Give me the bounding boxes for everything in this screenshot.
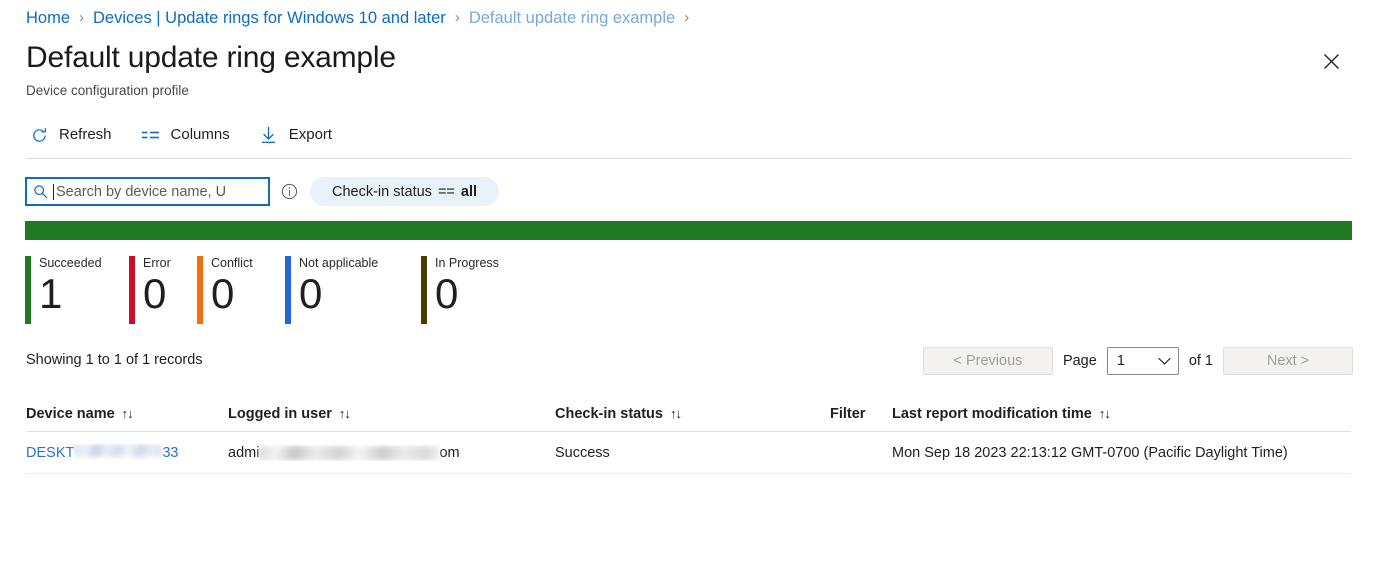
status-metrics: Succeeded1 Error0 Conflict0 Not applicable0… <box>25 256 541 324</box>
filter-value: all <box>461 184 477 200</box>
table-row: DESKT 33 admi om Success Mon Sep 18 2023 2… <box>26 432 1351 474</box>
metric-value: 1 <box>39 269 102 319</box>
column-header-last-report-modification-time[interactable]: Last report modification time ↑↓ <box>892 406 1351 422</box>
user-suffix: om <box>439 445 459 461</box>
breadcrumb: Home › Devices | Update rings for Window… <box>26 8 698 28</box>
text-caret <box>53 184 54 200</box>
status-segment-succeeded <box>25 221 1352 240</box>
previous-page-button[interactable]: < Previous <box>923 347 1053 375</box>
column-header-label: Last report modification time <box>892 406 1092 422</box>
next-page-button[interactable]: Next > <box>1223 347 1353 375</box>
metric-error: Error0 <box>129 256 197 324</box>
column-header-filter[interactable]: Filter <box>830 406 892 422</box>
column-header-label: Logged in user <box>228 406 332 422</box>
table-header-row: Device name ↑↓ Logged in user ↑↓ Check-i… <box>26 396 1351 432</box>
refresh-icon <box>28 124 50 146</box>
columns-button[interactable]: Columns <box>138 120 240 150</box>
page-number-select[interactable]: 1 <box>1107 347 1179 375</box>
device-status-page: Home › Devices | Update rings for Window… <box>0 0 1377 587</box>
metric-text: Error0 <box>135 256 171 324</box>
metric-text: Not applicable0 <box>291 256 378 324</box>
columns-label: Columns <box>171 125 230 145</box>
device-name-prefix: DESKT <box>26 445 74 461</box>
breadcrumb-separator: › <box>684 8 689 28</box>
breadcrumb-item-devices[interactable]: Devices | Update rings for Windows 10 an… <box>93 8 446 28</box>
cell-checkin-status: Success <box>555 445 830 461</box>
user-prefix: admi <box>228 445 259 461</box>
close-icon[interactable] <box>1315 45 1347 77</box>
page-title: Default update ring example <box>26 38 396 78</box>
filter-operator: == <box>438 184 455 200</box>
metric-value: 0 <box>143 269 171 319</box>
metric-text: Succeeded1 <box>31 256 102 324</box>
column-header-label: Check-in status <box>555 406 663 422</box>
metric-value: 0 <box>211 269 253 319</box>
column-header-label: Device name <box>26 406 115 422</box>
download-icon <box>258 124 280 146</box>
refresh-button[interactable]: Refresh <box>26 120 122 150</box>
cell-device-name: DESKT 33 <box>26 444 228 461</box>
search-icon <box>33 184 49 200</box>
metric-text: In Progress0 <box>427 256 499 324</box>
page-label: Page <box>1063 353 1097 369</box>
info-icon[interactable] <box>281 183 299 201</box>
redacted-user <box>259 446 439 460</box>
page-total-label: of 1 <box>1189 353 1213 369</box>
export-label: Export <box>289 125 332 145</box>
device-name-suffix: 33 <box>162 445 178 461</box>
metric-value: 0 <box>435 269 499 319</box>
column-header-label: Filter <box>830 406 865 422</box>
breadcrumb-separator: › <box>79 8 84 28</box>
metric-succeeded: Succeeded1 <box>25 256 129 324</box>
column-header-device-name[interactable]: Device name ↑↓ <box>26 406 228 422</box>
column-header-logged-in-user[interactable]: Logged in user ↑↓ <box>228 406 555 422</box>
metric-not-applicable: Not applicable0 <box>285 256 421 324</box>
device-name-link[interactable]: DESKT 33 <box>26 444 178 461</box>
page-subtitle: Device configuration profile <box>26 82 189 99</box>
chevron-down-icon <box>1158 357 1171 366</box>
redacted-device-name <box>74 444 162 457</box>
filter-field: Check-in status <box>332 184 432 200</box>
search-input[interactable]: Search by device name, U <box>25 177 270 206</box>
columns-icon <box>140 124 162 146</box>
status-distribution-bar <box>25 221 1352 240</box>
search-placeholder: Search by device name, U <box>56 184 226 200</box>
metric-value: 0 <box>299 269 378 319</box>
refresh-label: Refresh <box>59 125 112 145</box>
sort-icon: ↑↓ <box>670 406 681 421</box>
page-number-value: 1 <box>1117 353 1125 369</box>
toolbar-divider <box>26 158 1351 159</box>
export-button[interactable]: Export <box>256 120 342 150</box>
metric-in-progress: In Progress0 <box>421 256 541 324</box>
column-header-checkin-status[interactable]: Check-in status ↑↓ <box>555 406 830 422</box>
filter-pill-checkin-status[interactable]: Check-in status == all <box>310 177 499 206</box>
breadcrumb-item-home[interactable]: Home <box>26 8 70 28</box>
records-count: Showing 1 to 1 of 1 records <box>26 350 203 370</box>
sort-icon: ↑↓ <box>1099 406 1110 421</box>
command-bar: Refresh Columns Export <box>26 120 358 150</box>
metric-text: Conflict0 <box>203 256 253 324</box>
sort-icon: ↑↓ <box>122 406 133 421</box>
breadcrumb-item-current[interactable]: Default update ring example <box>469 8 675 28</box>
device-status-table: Device name ↑↓ Logged in user ↑↓ Check-i… <box>26 396 1351 474</box>
pagination: < Previous Page 1 of 1 Next > <box>923 347 1353 375</box>
cell-last-report-modification-time: Mon Sep 18 2023 22:13:12 GMT-0700 (Pacif… <box>892 445 1351 461</box>
sort-icon: ↑↓ <box>339 406 350 421</box>
breadcrumb-separator: › <box>455 8 460 28</box>
cell-logged-in-user: admi om <box>228 445 555 461</box>
metric-conflict: Conflict0 <box>197 256 285 324</box>
